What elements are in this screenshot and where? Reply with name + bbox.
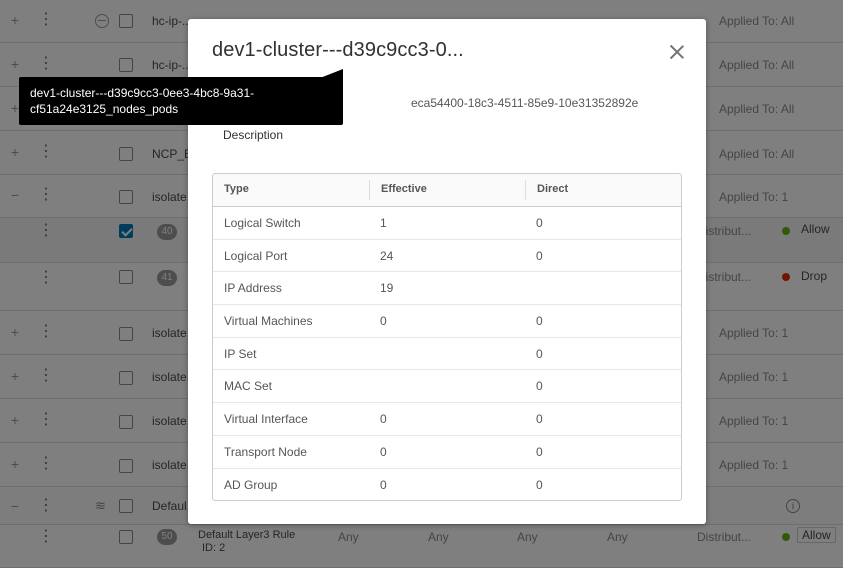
direct-cell: 0	[536, 477, 543, 492]
table-row: MAC Set 0	[213, 370, 681, 404]
effective-cell: 0	[380, 444, 387, 459]
effective-cell: 1	[380, 216, 387, 230]
table-header: Type Effective Direct	[213, 174, 681, 207]
table-row: Virtual Interface 0 0	[213, 403, 681, 436]
close-icon[interactable]	[668, 43, 686, 61]
type-cell: AD Group	[224, 477, 278, 492]
column-header-effective[interactable]: Effective	[369, 180, 525, 200]
column-header-type[interactable]: Type	[213, 174, 369, 206]
description-label: Description	[223, 128, 284, 142]
title-tooltip: dev1-cluster---d39c9cc3-0ee3-4bc8-9a31- …	[19, 77, 343, 125]
direct-cell: 0	[536, 412, 543, 427]
table-row: IP Address 19	[213, 272, 681, 306]
effective-cell: 0	[380, 477, 387, 492]
type-cell: Transport Node	[224, 444, 307, 459]
direct-cell: 0	[536, 444, 543, 459]
column-header-direct[interactable]: Direct	[525, 180, 681, 200]
table-row: IP Set 0	[213, 338, 681, 371]
members-table: Type Effective Direct Logical Switch 1 0…	[212, 173, 682, 501]
table-row: Logical Port 24 0	[213, 240, 681, 273]
group-id-value: eca54400-18c3-4511-85e9-10e31352892e	[411, 96, 639, 110]
table-row: Virtual Machines 0 0	[213, 305, 681, 338]
type-cell: Logical Switch	[224, 216, 301, 230]
type-cell: Virtual Machines	[224, 314, 313, 329]
effective-cell: 0	[380, 314, 387, 329]
tooltip-line-1: dev1-cluster---d39c9cc3-0ee3-4bc8-9a31-	[30, 86, 255, 100]
effective-cell: 0	[380, 412, 387, 427]
table-row: Logical Switch 1 0	[213, 207, 681, 240]
dialog-title[interactable]: dev1-cluster---d39c9cc3-0...	[212, 39, 464, 62]
direct-cell: 0	[536, 379, 543, 394]
tooltip-line-2: cf51a24e3125_nodes_pods	[30, 102, 179, 116]
table-row: AD Group 0 0	[213, 469, 681, 501]
direct-cell: 0	[536, 216, 543, 230]
effective-cell: 24	[380, 248, 394, 263]
type-cell: Logical Port	[224, 248, 288, 263]
direct-cell: 0	[536, 248, 543, 263]
type-cell: MAC Set	[224, 379, 273, 394]
type-cell: IP Set	[224, 346, 257, 361]
effective-cell: 19	[380, 281, 394, 296]
type-cell: Virtual Interface	[224, 412, 308, 427]
type-cell: IP Address	[224, 281, 282, 296]
table-row: Transport Node 0 0	[213, 436, 681, 469]
direct-cell: 0	[536, 346, 543, 361]
direct-cell: 0	[536, 314, 543, 329]
